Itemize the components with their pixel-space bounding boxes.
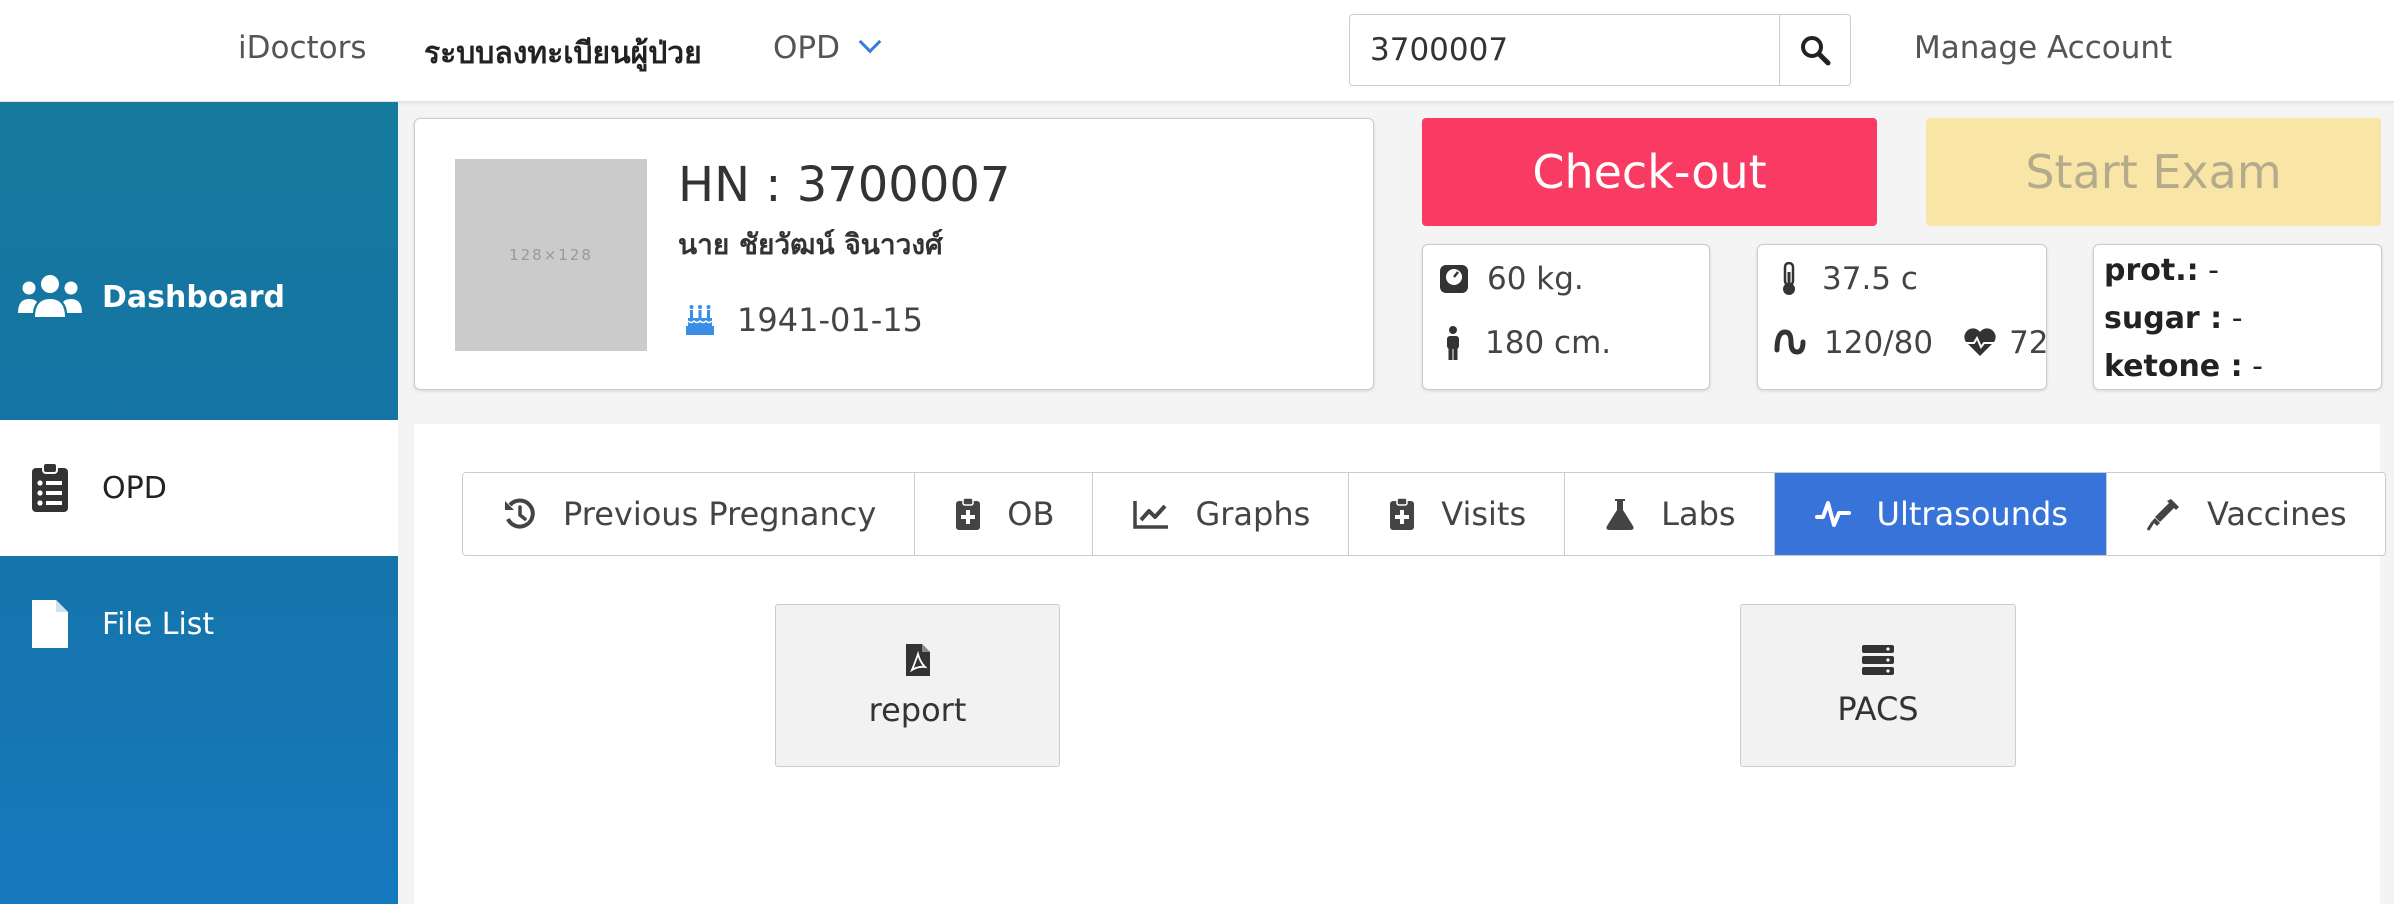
ketone-row: ketone : - (2104, 349, 2263, 384)
history-icon (505, 498, 535, 529)
tab-labs[interactable]: Labs (1565, 473, 1775, 555)
birthday-cake-icon (686, 305, 714, 335)
heartbeat-icon (1964, 328, 1996, 356)
manage-account-link[interactable]: Manage Account (1914, 30, 2172, 66)
prot-row: prot.: - (2104, 253, 2219, 288)
prot-label: prot.: (2104, 253, 2199, 288)
pulse-value: 72 (2009, 325, 2049, 361)
bp-value: 120/80 (1824, 325, 1934, 361)
tab-visits[interactable]: Visits (1349, 473, 1566, 555)
start-exam-button[interactable]: Start Exam (1926, 118, 2381, 226)
nav-brand-link[interactable]: iDoctors (238, 30, 367, 66)
tab-vaccines[interactable]: Vaccines (2107, 473, 2385, 555)
sidebar-item-label: OPD (102, 470, 167, 506)
report-label: report (868, 690, 967, 729)
report-tile[interactable]: report (775, 604, 1060, 767)
tab-ob[interactable]: OB (915, 473, 1094, 555)
file-icon (32, 600, 68, 648)
server-icon (1862, 644, 1894, 675)
vitals-body-card: 60 kg. 180 cm. (1422, 244, 1710, 390)
search-icon (1801, 36, 1831, 66)
clipboard-plus-icon (1390, 497, 1415, 530)
sidebar-item-file-list[interactable]: File List (0, 556, 398, 692)
vitals-signs-card: 37.5 c 120/80 72 (1757, 244, 2049, 390)
temperature-row: 37.5 c (1774, 261, 1918, 297)
patient-dob: 1941-01-15 (685, 301, 923, 339)
blood-pressure-icon (1774, 329, 1806, 355)
pacs-label: PACS (1837, 689, 1919, 728)
nav-opd-dropdown[interactable]: OPD (773, 30, 882, 66)
tab-bar: Previous Pregnancy OB Graphs Visits Labs… (462, 472, 2386, 556)
top-navbar: iDoctors ระบบลงทะเบียนผู้ป่วย OPD Manage… (0, 0, 2394, 102)
patient-name: นาย ชัยวัฒน์ จินาวงศ์ (678, 228, 943, 261)
chevron-down-icon (858, 30, 882, 54)
height-value: 180 cm. (1485, 325, 1612, 361)
flask-icon (1606, 499, 1634, 530)
users-icon (18, 275, 82, 317)
pdf-file-icon (905, 643, 930, 676)
patient-info-card: 128×128 HN : 3700007 นาย ชัยวัฒน์ จินาวง… (414, 118, 1374, 390)
sidebar-item-label: File List (102, 606, 215, 642)
tab-label: OB (1007, 495, 1055, 533)
sidebar-item-dashboard[interactable]: Dashboard (0, 229, 398, 365)
dob-value: 1941-01-15 (737, 301, 923, 339)
clipboard-plus-icon (956, 497, 981, 530)
tab-ultrasounds[interactable]: Ultrasounds (1774, 473, 2107, 555)
sidebar: Dashboard OPD File List (0, 102, 398, 904)
ketone-label: ketone : (2104, 349, 2243, 384)
checkout-button[interactable]: Check-out (1422, 118, 1877, 226)
thermometer-icon (1783, 262, 1795, 295)
sugar-value: - (2231, 301, 2243, 336)
temperature-value: 37.5 c (1822, 261, 1918, 297)
main-content: Previous Pregnancy OB Graphs Visits Labs… (414, 424, 2386, 904)
search-button[interactable] (1779, 15, 1850, 85)
bp-pulse-row: 120/80 72 (1774, 325, 2049, 361)
syringe-icon (2146, 499, 2179, 531)
nav-opd-label: OPD (773, 30, 840, 66)
ketone-value: - (2252, 349, 2263, 384)
sugar-row: sugar : - (2104, 301, 2243, 336)
person-icon (1447, 326, 1459, 360)
sidebar-item-label: Dashboard (102, 279, 285, 315)
height-row: 180 cm. (1439, 325, 1611, 361)
weight-value: 60 kg. (1487, 261, 1584, 297)
tab-label: Graphs (1195, 495, 1311, 533)
tab-label: Labs (1661, 495, 1736, 533)
sidebar-item-opd[interactable]: OPD (0, 420, 398, 556)
urine-test-card: prot.: - sugar : - ketone : - (2093, 244, 2382, 390)
nav-registration-link[interactable]: ระบบลงทะเบียนผู้ป่วย (424, 30, 702, 77)
tab-label: Visits (1441, 495, 1527, 533)
tab-graphs[interactable]: Graphs (1093, 473, 1350, 555)
tab-previous-pregnancy[interactable]: Previous Pregnancy (463, 473, 916, 555)
patient-hn: HN : 3700007 (678, 157, 1011, 213)
clipboard-list-icon (32, 462, 68, 512)
tab-label: Previous Pregnancy (563, 495, 877, 533)
weight-row: 60 kg. (1439, 261, 1584, 297)
search-input[interactable] (1350, 15, 1780, 85)
pacs-tile[interactable]: PACS (1740, 604, 2016, 767)
tab-label: Vaccines (2206, 495, 2347, 533)
sugar-label: sugar : (2104, 301, 2223, 336)
tab-label: Ultrasounds (1876, 495, 2068, 533)
search-group (1349, 14, 1851, 86)
avatar: 128×128 (455, 159, 647, 351)
waveform-icon (1814, 501, 1851, 527)
weight-scale-icon (1440, 265, 1468, 293)
chart-line-icon (1133, 501, 1169, 529)
prot-value: - (2208, 253, 2219, 288)
